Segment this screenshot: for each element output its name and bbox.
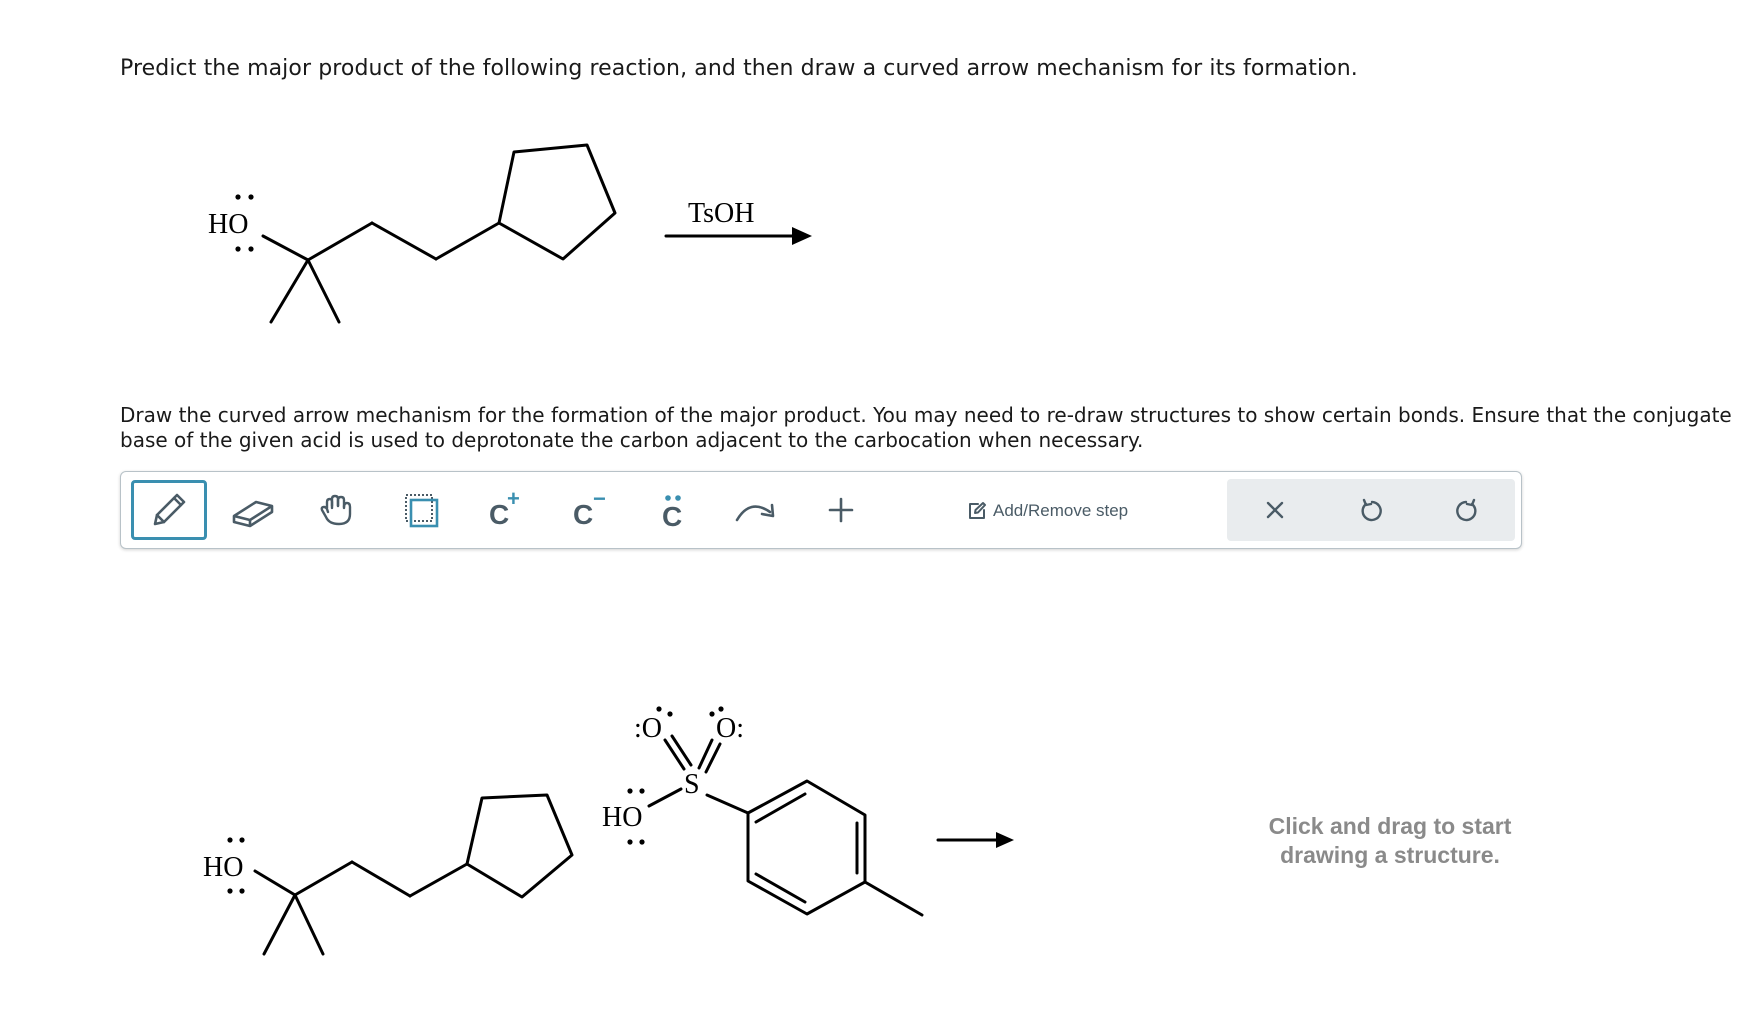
canvas-hint-line1: Click and drag to start [1268, 813, 1512, 839]
canvas-hint-line2: drawing a structure. [1280, 842, 1500, 868]
oxygen-left-label: :O [634, 713, 662, 744]
oxygen-right-label: O: [716, 713, 744, 744]
canvas-hint: Click and drag to start drawing a struct… [1190, 812, 1590, 870]
alcohol-hydroxyl-label: HO [203, 852, 243, 883]
acid-hydroxyl-label: HO [602, 802, 642, 833]
sulfur-label: S [684, 769, 700, 800]
